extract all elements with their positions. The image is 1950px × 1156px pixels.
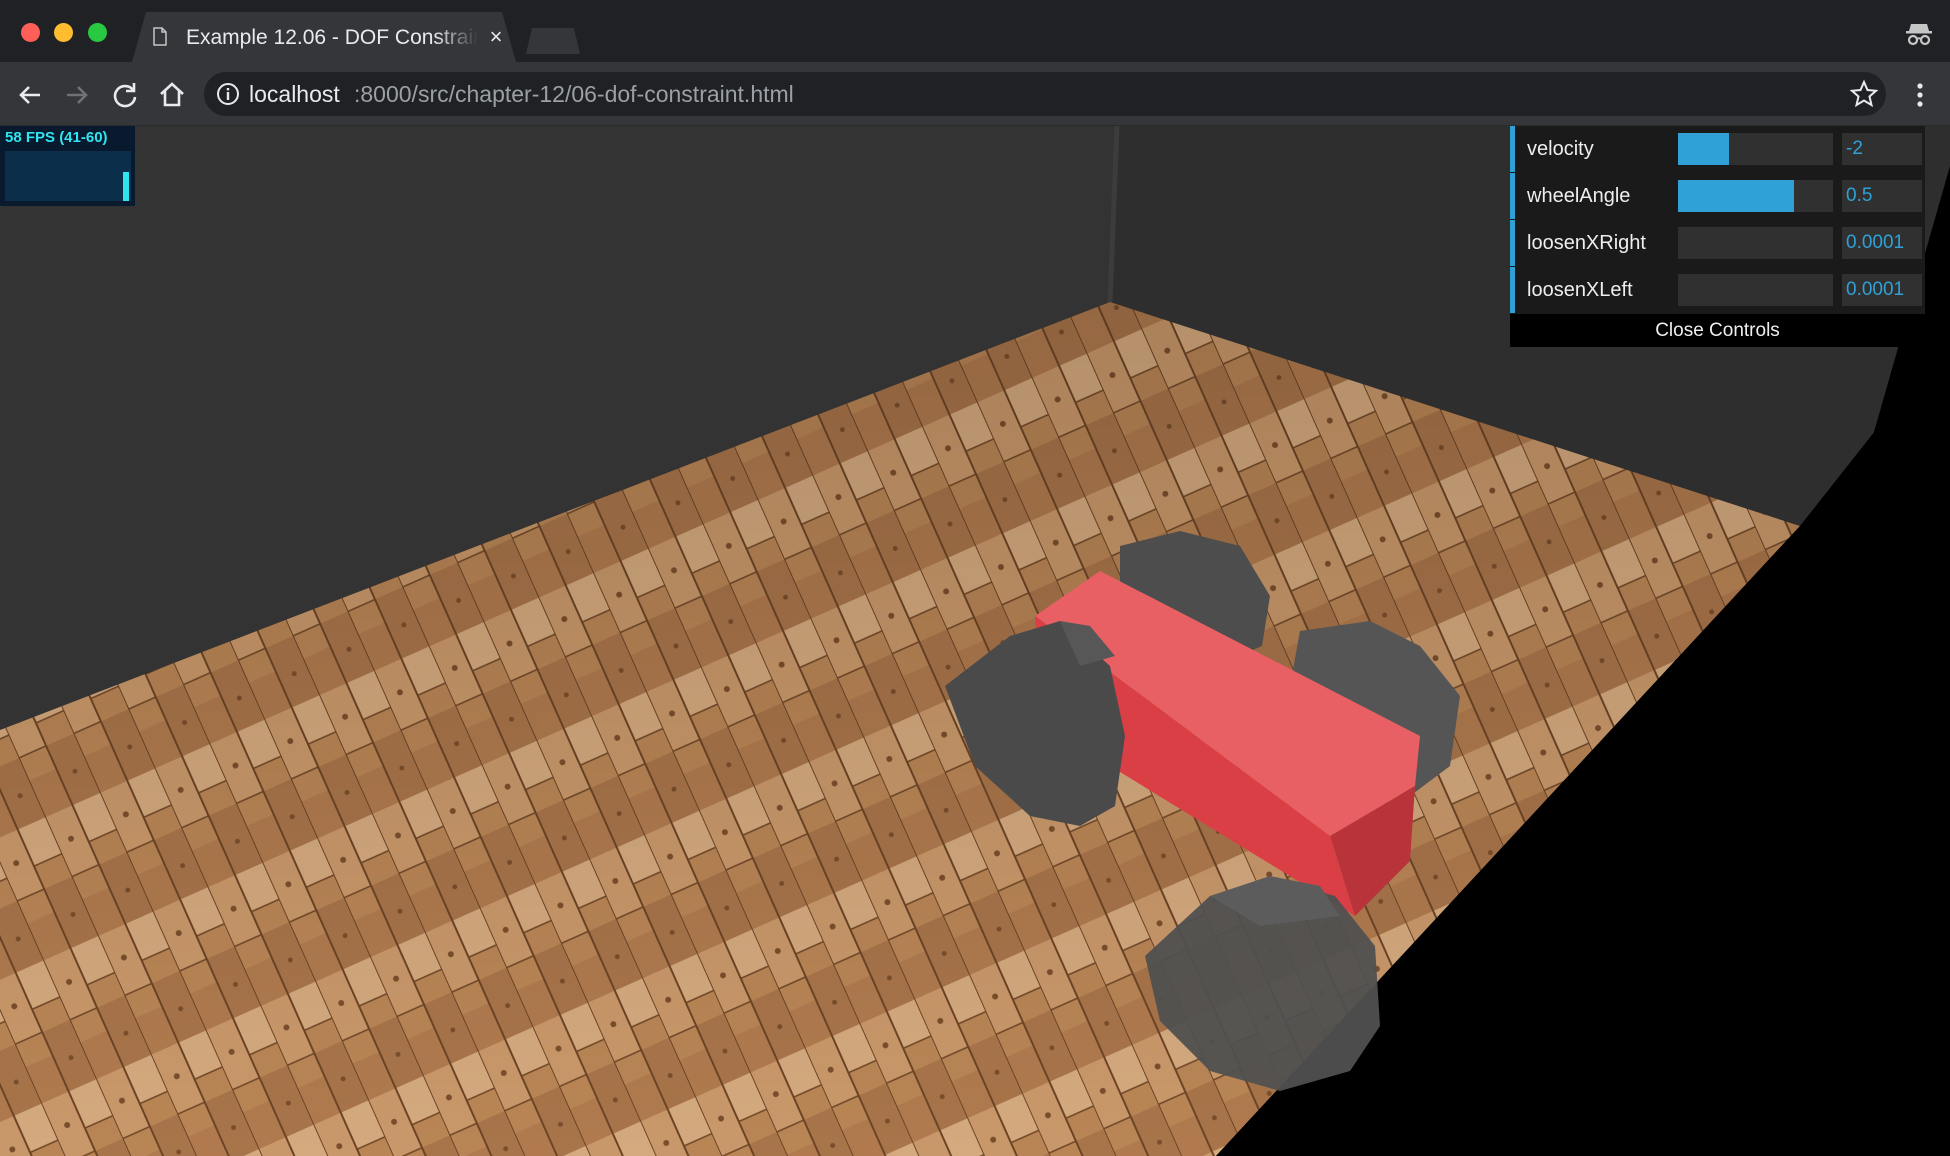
home-icon[interactable] bbox=[155, 78, 189, 112]
info-icon[interactable] bbox=[215, 81, 241, 107]
close-controls-button[interactable]: Close Controls bbox=[1510, 314, 1925, 347]
slider-fill bbox=[1678, 180, 1795, 212]
url-path[interactable]: :8000/src/chapter-12/06-dof-constraint.h… bbox=[354, 80, 794, 108]
control-row-loosenxright: loosenXRight 0.0001 bbox=[1510, 220, 1925, 266]
zoom-window-button[interactable] bbox=[88, 23, 107, 42]
control-label: velocity bbox=[1527, 138, 1594, 160]
bookmark-star-icon[interactable] bbox=[1848, 78, 1880, 110]
control-row-loosenxleft: loosenXLeft 0.0001 bbox=[1510, 267, 1925, 313]
control-label: wheelAngle bbox=[1527, 185, 1631, 207]
tab-close-icon[interactable]: × bbox=[484, 24, 508, 50]
controls-panel: velocity -2 wheelAngle 0.5 loosenXRight … bbox=[1510, 126, 1925, 347]
control-row-velocity: velocity -2 bbox=[1510, 126, 1925, 172]
document-icon bbox=[153, 27, 167, 46]
back-arrow-icon[interactable] bbox=[13, 78, 47, 112]
fps-graph bbox=[5, 151, 131, 201]
minimize-window-button[interactable] bbox=[54, 23, 73, 42]
close-window-button[interactable] bbox=[21, 23, 40, 42]
wheelangle-input[interactable]: 0.5 bbox=[1842, 180, 1922, 212]
reload-icon[interactable] bbox=[108, 78, 142, 112]
fps-readout: 58 FPS (41-60) bbox=[5, 129, 108, 146]
wheelangle-slider[interactable] bbox=[1678, 180, 1833, 212]
loosenxright-input[interactable]: 0.0001 bbox=[1842, 227, 1922, 259]
velocity-slider[interactable] bbox=[1678, 133, 1833, 165]
tab-title: Example 12.06 - DOF Constraint bbox=[186, 26, 478, 49]
control-label: loosenXLeft bbox=[1527, 279, 1633, 301]
forward-arrow-icon[interactable] bbox=[60, 78, 94, 112]
incognito-icon bbox=[1906, 24, 1932, 46]
control-row-wheelangle: wheelAngle 0.5 bbox=[1510, 173, 1925, 219]
more-menu-icon[interactable] bbox=[1908, 80, 1932, 110]
loosenxright-slider[interactable] bbox=[1678, 227, 1833, 259]
url-host[interactable]: localhost bbox=[249, 80, 340, 108]
slider-fill bbox=[1678, 133, 1730, 165]
control-label: loosenXRight bbox=[1527, 232, 1646, 254]
fps-graph-bar bbox=[123, 172, 129, 201]
loosenxleft-slider[interactable] bbox=[1678, 274, 1833, 306]
new-tab-button[interactable] bbox=[526, 28, 580, 54]
velocity-input[interactable]: -2 bbox=[1842, 133, 1922, 165]
loosenxleft-input[interactable]: 0.0001 bbox=[1842, 274, 1922, 306]
